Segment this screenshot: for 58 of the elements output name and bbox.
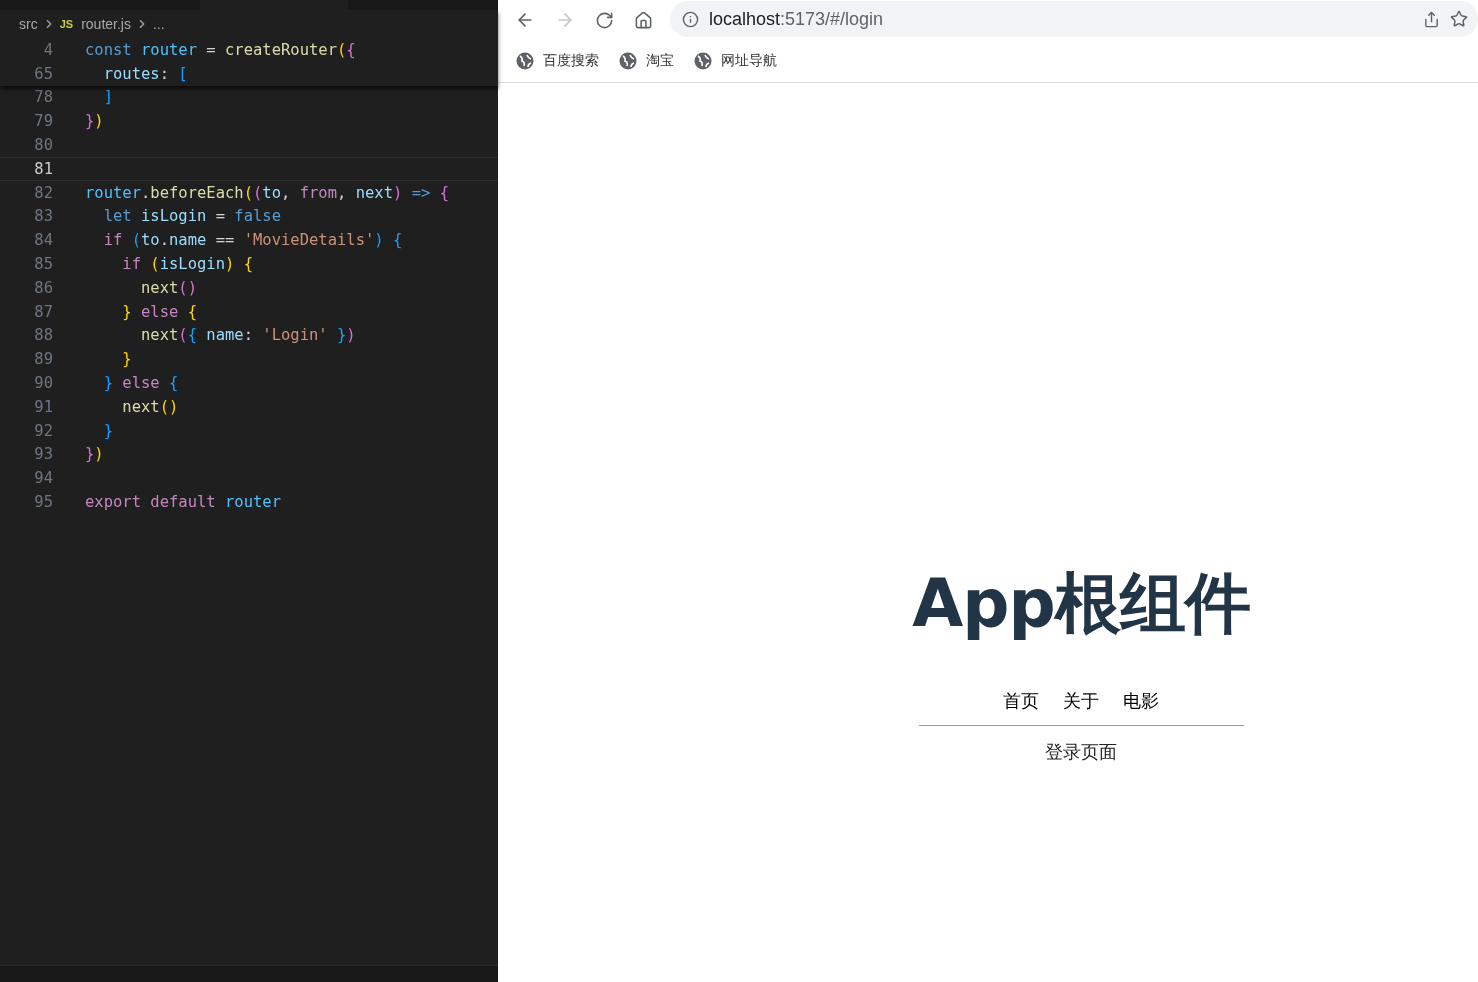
code-text: export default router [85,493,281,512]
nav-link[interactable]: 关于 [1063,689,1099,713]
line-number: 65 [33,64,53,83]
line-number: 86 [33,278,53,297]
reload-icon [595,10,614,30]
code-text: router.beforeEach((to, from, next) => { [85,183,450,202]
line-number: 79 [33,112,53,131]
line-number: 85 [33,255,53,274]
line-number: 92 [33,421,53,440]
line-number: 91 [33,397,53,416]
home-icon [634,10,653,30]
breadcrumb-item[interactable]: router.js [81,16,131,32]
code-text: }) [85,112,104,131]
code-text: next() [121,397,179,416]
breadcrumb-item[interactable]: ... [152,16,165,32]
globe-icon [619,52,637,70]
code-text: } else { [102,374,179,393]
line-number: 4 [42,40,53,59]
line-number: 87 [33,302,53,321]
js-file-icon: JS [59,18,74,30]
line-number: 78 [33,88,53,107]
globe-icon [694,52,712,70]
info-icon [682,10,699,28]
code-text: } else { [121,302,197,321]
line-number: 90 [33,374,53,393]
bookmark[interactable]: 百度搜索 [516,52,599,70]
nav-link[interactable]: 电影 [1123,689,1159,713]
breadcrumb-item[interactable]: src [19,16,38,32]
code-text: }) [85,445,104,464]
page-heading: App根组件 [912,564,1250,644]
line-number: 82 [33,183,53,202]
bookmark[interactable]: 淘宝 [619,52,674,70]
line-number: 93 [33,445,53,464]
code-text: if (isLogin) { [121,255,253,274]
code-text: ] [102,88,113,107]
bookmark[interactable]: 网址导航 [694,52,777,70]
line-number: 83 [33,207,53,226]
line-number: 95 [33,493,53,512]
line-number: 80 [33,136,53,155]
code-text: next() [140,278,197,297]
star-icon[interactable] [1450,10,1468,28]
code-text: } [121,350,132,369]
line-number: 81 [33,159,53,178]
code-text: } [102,421,113,440]
line-number: 94 [33,469,53,488]
code-text: let isLogin = false [102,207,281,226]
code-text: if (to.name == 'MovieDetails') { [102,231,403,250]
code-text: next({ name: 'Login' }) [140,326,356,345]
line-number: 89 [33,350,53,369]
view-text: 登录页面 [1045,740,1117,764]
line-number: 84 [33,231,53,250]
line-number: 88 [33,326,53,345]
address-bar[interactable]: localhost:5173/#/login [670,1,1478,37]
nav-link[interactable]: 首页 [1003,689,1039,713]
share-icon[interactable] [1423,10,1440,28]
code-text: const router = createRouter({ [85,40,356,59]
code-text: routes: [ [102,64,188,83]
globe-icon [516,52,534,70]
